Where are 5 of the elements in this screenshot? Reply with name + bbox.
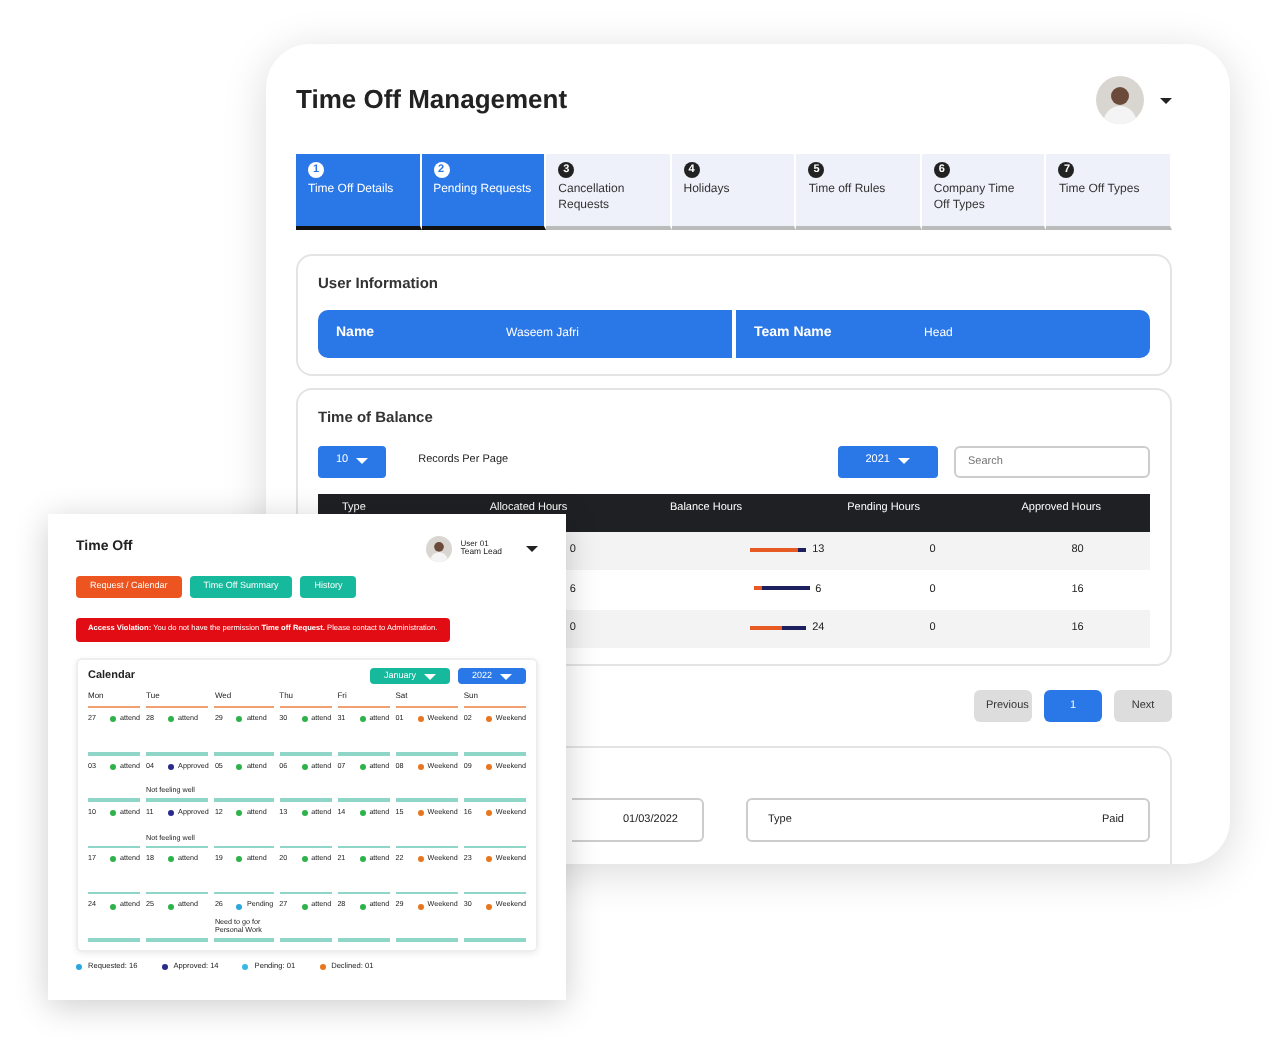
caret-icon[interactable] [1160,97,1172,103]
avatar-icon[interactable] [426,536,453,562]
page-title: Time Off Management [296,84,568,116]
caret-icon[interactable] [526,546,538,552]
avatar-icon[interactable] [1096,76,1144,124]
